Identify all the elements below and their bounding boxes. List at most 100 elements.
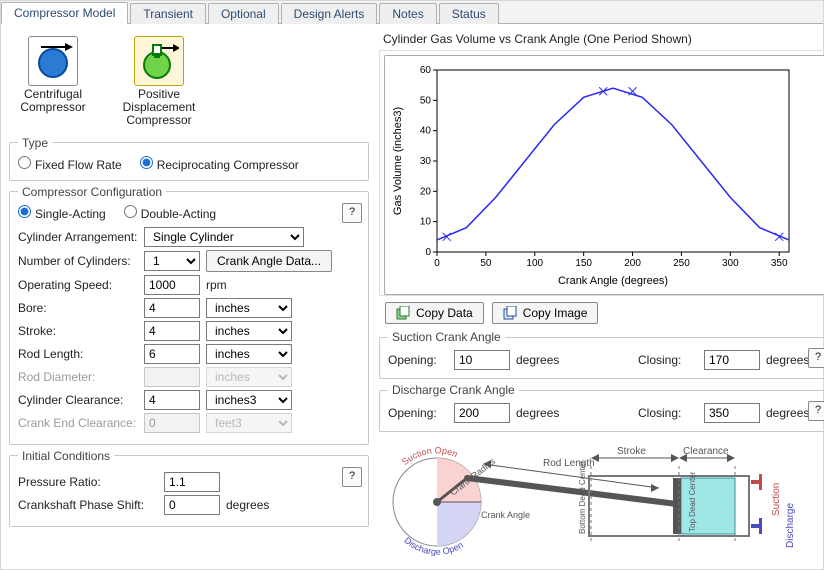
cylinder-arrangement-select[interactable]: Single Cylinder <box>144 227 304 247</box>
diagram-clearance-label: Clearance <box>683 446 729 457</box>
diagram-crank-angle-label: Crank Angle <box>481 510 530 520</box>
double-acting-radio[interactable]: Double-Acting <box>124 205 216 221</box>
svg-text:60: 60 <box>420 65 432 76</box>
rod-diameter-unit-select: inches <box>206 367 292 387</box>
rod-length-input[interactable] <box>144 344 200 364</box>
pressure-ratio-input[interactable] <box>164 472 220 492</box>
initial-conditions-help-button[interactable]: ? <box>342 467 362 487</box>
svg-text:200: 200 <box>624 258 641 269</box>
suction-opening-input[interactable] <box>454 350 510 370</box>
svg-text:50: 50 <box>480 258 492 269</box>
operating-speed-label: Operating Speed: <box>18 278 138 292</box>
number-of-cylinders-select[interactable]: 1 <box>144 251 200 271</box>
compressor-configuration-group: Compressor Configuration ? Single-Acting… <box>9 185 369 445</box>
svg-text:300: 300 <box>722 258 739 269</box>
rod-length-label: Rod Length: <box>18 347 138 361</box>
discharge-opening-input[interactable] <box>454 403 510 423</box>
suction-opening-label: Opening: <box>388 353 448 367</box>
svg-text:250: 250 <box>673 258 690 269</box>
crank-end-clearance-label: Crank End Clearance: <box>18 416 138 430</box>
copy-data-button[interactable]: Copy Data <box>385 302 484 324</box>
tab-transient[interactable]: Transient <box>130 3 206 24</box>
cylinder-arrangement-label: Cylinder Arrangement: <box>18 230 138 244</box>
tab-design-alerts[interactable]: Design Alerts <box>281 3 378 24</box>
reciprocating-radio[interactable]: Reciprocating Compressor <box>140 156 299 172</box>
stroke-label: Stroke: <box>18 324 138 338</box>
double-acting-label: Double-Acting <box>141 207 216 221</box>
bore-unit-select[interactable]: inches <box>206 298 292 318</box>
diagram-discharge-label: Discharge <box>785 503 796 548</box>
discharge-crank-angle-group: Discharge Crank Angle ? Opening: degrees… <box>379 383 824 432</box>
diagram-suction-label: Suction <box>771 483 782 516</box>
suction-closing-input[interactable] <box>704 350 760 370</box>
svg-text:Crank Angle (degrees): Crank Angle (degrees) <box>558 275 668 287</box>
chart-svg: 0501001502002503003500102030405060Crank … <box>389 60 799 290</box>
discharge-opening-label: Opening: <box>388 406 448 420</box>
initial-conditions-group: Initial Conditions ? Pressure Ratio: Cra… <box>9 449 369 527</box>
crank-end-clearance-input <box>144 413 200 433</box>
single-acting-radio[interactable]: Single-Acting <box>18 205 106 221</box>
cylinder-clearance-label: Cylinder Clearance: <box>18 393 138 407</box>
chart-title: Cylinder Gas Volume vs Crank Angle (One … <box>383 32 824 46</box>
crank-angle-data-button[interactable]: Crank Angle Data... <box>206 250 332 272</box>
tab-bar: Compressor Model Transient Optional Desi… <box>1 1 823 24</box>
cylinder-clearance-input[interactable] <box>144 390 200 410</box>
tab-notes[interactable]: Notes <box>379 3 436 24</box>
discharge-closing-label: Closing: <box>638 406 698 420</box>
centrifugal-compressor-button[interactable]: Centrifugal Compressor <box>13 36 93 128</box>
initial-conditions-title: Initial Conditions <box>18 449 114 463</box>
single-acting-label: Single-Acting <box>35 207 106 221</box>
svg-text:Gas Volume (inches3): Gas Volume (inches3) <box>392 107 404 215</box>
svg-text:350: 350 <box>771 258 788 269</box>
tab-compressor-model[interactable]: Compressor Model <box>1 2 128 24</box>
properties-dialog: Compressor Model Transient Optional Desi… <box>0 0 824 570</box>
number-of-cylinders-label: Number of Cylinders: <box>18 254 138 268</box>
discharge-opening-unit: degrees <box>516 406 576 420</box>
diagram-bdc-label: Bottom Dead Center <box>578 461 587 534</box>
bore-label: Bore: <box>18 301 138 315</box>
configuration-help-button[interactable]: ? <box>342 203 362 223</box>
crank-end-clearance-unit-select: feet3 <box>206 413 292 433</box>
suction-crank-angle-group: Suction Crank Angle ? Opening: degrees C… <box>379 330 824 379</box>
svg-text:150: 150 <box>575 258 592 269</box>
svg-text:50: 50 <box>420 95 432 106</box>
crankshaft-phase-shift-label: Crankshaft Phase Shift: <box>18 498 158 512</box>
stroke-input[interactable] <box>144 321 200 341</box>
fixed-flow-radio[interactable]: Fixed Flow Rate <box>18 156 122 172</box>
svg-text:100: 100 <box>526 258 543 269</box>
crankshaft-phase-shift-input[interactable] <box>164 495 220 515</box>
rod-diameter-label: Rod Diameter: <box>18 370 138 384</box>
centrifugal-label: Centrifugal Compressor <box>13 88 93 114</box>
copy-image-button[interactable]: Copy Image <box>492 302 599 324</box>
svg-text:20: 20 <box>420 186 432 197</box>
discharge-closing-input[interactable] <box>704 403 760 423</box>
operating-speed-unit: rpm <box>206 278 266 292</box>
tab-optional[interactable]: Optional <box>208 3 279 24</box>
compressor-diagram: Crank Radius Crank Angle Suction Open Di… <box>379 436 801 556</box>
type-group-title: Type <box>18 136 52 150</box>
chart-wrap: 0501001502002503003500102030405060Crank … <box>379 50 824 296</box>
bore-input[interactable] <box>144 298 200 318</box>
discharge-help-button[interactable]: ? <box>808 401 824 421</box>
rod-length-unit-select[interactable]: inches <box>206 344 292 364</box>
chart-box: 0501001502002503003500102030405060Crank … <box>384 55 824 295</box>
fixed-flow-label: Fixed Flow Rate <box>35 158 122 172</box>
tab-status[interactable]: Status <box>439 3 499 24</box>
svg-text:40: 40 <box>420 126 432 137</box>
diagram-tdc-label: Top Dead Center <box>688 471 697 532</box>
svg-text:0: 0 <box>434 258 440 269</box>
positive-displacement-compressor-button[interactable]: Positive Displacement Compressor <box>119 36 199 128</box>
suction-help-button[interactable]: ? <box>808 348 824 368</box>
stroke-unit-select[interactable]: inches <box>206 321 292 341</box>
copy-image-label: Copy Image <box>523 306 588 320</box>
copy-data-label: Copy Data <box>416 306 473 320</box>
discharge-crank-angle-title: Discharge Crank Angle <box>388 383 519 397</box>
cylinder-clearance-unit-select[interactable]: inches3 <box>206 390 292 410</box>
pressure-ratio-label: Pressure Ratio: <box>18 475 158 489</box>
copy-image-icon <box>503 306 517 320</box>
rod-diameter-input <box>144 367 200 387</box>
operating-speed-input[interactable] <box>144 275 200 295</box>
crankshaft-phase-shift-unit: degrees <box>226 498 286 512</box>
centrifugal-icon <box>28 36 78 86</box>
positive-displacement-label: Positive Displacement Compressor <box>119 88 199 128</box>
